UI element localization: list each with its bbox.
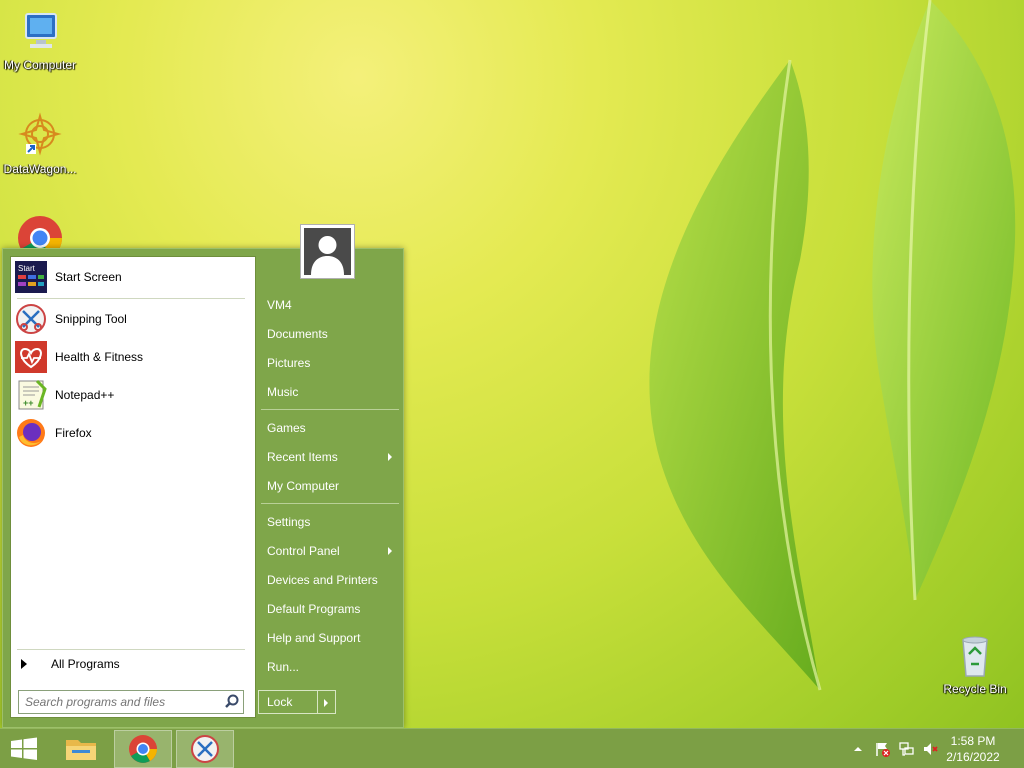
- taskbar: 1:58 PM 2/16/2022: [0, 728, 1024, 768]
- start-screen-icon: Start: [15, 261, 47, 293]
- place-my-computer[interactable]: My Computer: [266, 474, 398, 498]
- place-label: My Computer: [267, 479, 340, 493]
- chrome-icon: [129, 735, 157, 763]
- windows-logo-icon: [11, 737, 37, 760]
- search-box[interactable]: [18, 690, 244, 714]
- place-run[interactable]: Run...: [266, 655, 398, 679]
- place-help-support[interactable]: Help and Support: [266, 626, 398, 650]
- recycle-bin-icon: [951, 632, 999, 680]
- snipping-tool-icon: [15, 303, 47, 335]
- taskbar-file-explorer[interactable]: [52, 730, 110, 768]
- start-button[interactable]: [0, 730, 48, 768]
- search-icon[interactable]: [221, 691, 243, 713]
- place-label: Recent Items: [267, 450, 338, 464]
- place-label: Documents: [267, 327, 328, 341]
- program-snipping-tool[interactable]: Snipping Tool: [15, 301, 251, 337]
- program-firefox[interactable]: Firefox: [15, 415, 251, 451]
- desktop-icon-label: My Computer: [3, 58, 77, 72]
- action-center-flag-icon[interactable]: [874, 741, 890, 757]
- place-control-panel[interactable]: Control Panel: [266, 539, 398, 563]
- clock-time: 1:58 PM: [950, 734, 996, 748]
- places-pane: VM4 Documents Pictures Music Games Recen…: [259, 249, 403, 727]
- health-fitness-icon: [15, 341, 47, 373]
- volume-muted-icon[interactable]: [922, 741, 938, 757]
- program-start-screen[interactable]: Start Start Screen: [15, 259, 251, 295]
- place-label: Games: [267, 421, 306, 435]
- triangle-right-icon: [21, 659, 27, 669]
- place-settings[interactable]: Settings: [266, 510, 398, 534]
- place-label: Music: [267, 385, 299, 399]
- place-default-programs[interactable]: Default Programs: [266, 597, 398, 621]
- programs-separator: [17, 298, 245, 299]
- desktop-icon-datawagon[interactable]: DataWagon...: [0, 112, 80, 176]
- program-health-fitness[interactable]: Health & Fitness: [15, 339, 251, 375]
- all-programs-button[interactable]: All Programs: [21, 655, 247, 673]
- program-label: Start Screen: [55, 270, 122, 284]
- clock-date: 2/16/2022: [946, 750, 1000, 764]
- user-avatar[interactable]: [300, 224, 355, 279]
- place-music[interactable]: Music: [266, 380, 398, 404]
- search-input[interactable]: [19, 692, 221, 712]
- place-label: Devices and Printers: [267, 573, 378, 587]
- svg-text:Start: Start: [18, 264, 36, 273]
- show-hidden-icons-icon[interactable]: [850, 741, 866, 757]
- lock-options-arrow-icon[interactable]: [317, 691, 335, 713]
- program-notepadpp[interactable]: ++ Notepad++: [15, 377, 251, 413]
- programs-pane: Start Start Screen Snipping Tool Health …: [10, 256, 256, 718]
- taskbar-clock[interactable]: 1:58 PM 2/16/2022: [938, 733, 1008, 765]
- notepadpp-icon: ++: [15, 379, 47, 411]
- program-label: Health & Fitness: [55, 350, 144, 364]
- network-icon[interactable]: [898, 741, 914, 757]
- program-label: Snipping Tool: [55, 312, 127, 326]
- computer-icon: [16, 8, 64, 56]
- firefox-icon: [15, 417, 47, 449]
- all-programs-label: All Programs: [51, 657, 120, 671]
- taskbar-snipping-tool[interactable]: [176, 730, 234, 768]
- place-label: Pictures: [267, 356, 311, 370]
- snipping-tool-icon: [191, 735, 219, 763]
- submenu-arrow-icon: [388, 547, 392, 555]
- desktop-icon-my-computer[interactable]: My Computer: [0, 8, 80, 72]
- place-label: Settings: [267, 515, 311, 529]
- desktop-icon-label: DataWagon...: [3, 162, 77, 176]
- places-separator: [261, 409, 399, 410]
- taskbar-chrome[interactable]: [114, 730, 172, 768]
- place-games[interactable]: Games: [266, 416, 398, 440]
- place-label: Default Programs: [267, 602, 361, 616]
- desktop-icon-label: Recycle Bin: [943, 682, 1007, 696]
- lock-label: Lock: [267, 695, 293, 709]
- user-icon: [304, 228, 351, 275]
- desktop-icon-recycle-bin[interactable]: Recycle Bin: [935, 632, 1015, 696]
- place-label: Control Panel: [267, 544, 340, 558]
- program-label: Notepad++: [55, 388, 115, 402]
- lock-button[interactable]: Lock: [258, 690, 336, 714]
- place-label: Help and Support: [267, 631, 361, 645]
- svg-text:++: ++: [23, 398, 34, 408]
- datawagon-icon: [16, 112, 64, 160]
- place-label: VM4: [267, 298, 292, 312]
- place-recent-items[interactable]: Recent Items: [266, 445, 398, 469]
- place-user-folder[interactable]: VM4: [266, 293, 398, 317]
- start-menu: Start Start Screen Snipping Tool Health …: [2, 248, 404, 728]
- all-programs-separator: [17, 649, 245, 650]
- submenu-arrow-icon: [388, 453, 392, 461]
- program-label: Firefox: [55, 426, 92, 440]
- place-label: Run...: [267, 660, 300, 674]
- places-separator: [261, 503, 399, 504]
- file-explorer-icon: [66, 740, 96, 760]
- place-pictures[interactable]: Pictures: [266, 351, 398, 375]
- place-documents[interactable]: Documents: [266, 322, 398, 346]
- place-devices-printers[interactable]: Devices and Printers: [266, 568, 398, 592]
